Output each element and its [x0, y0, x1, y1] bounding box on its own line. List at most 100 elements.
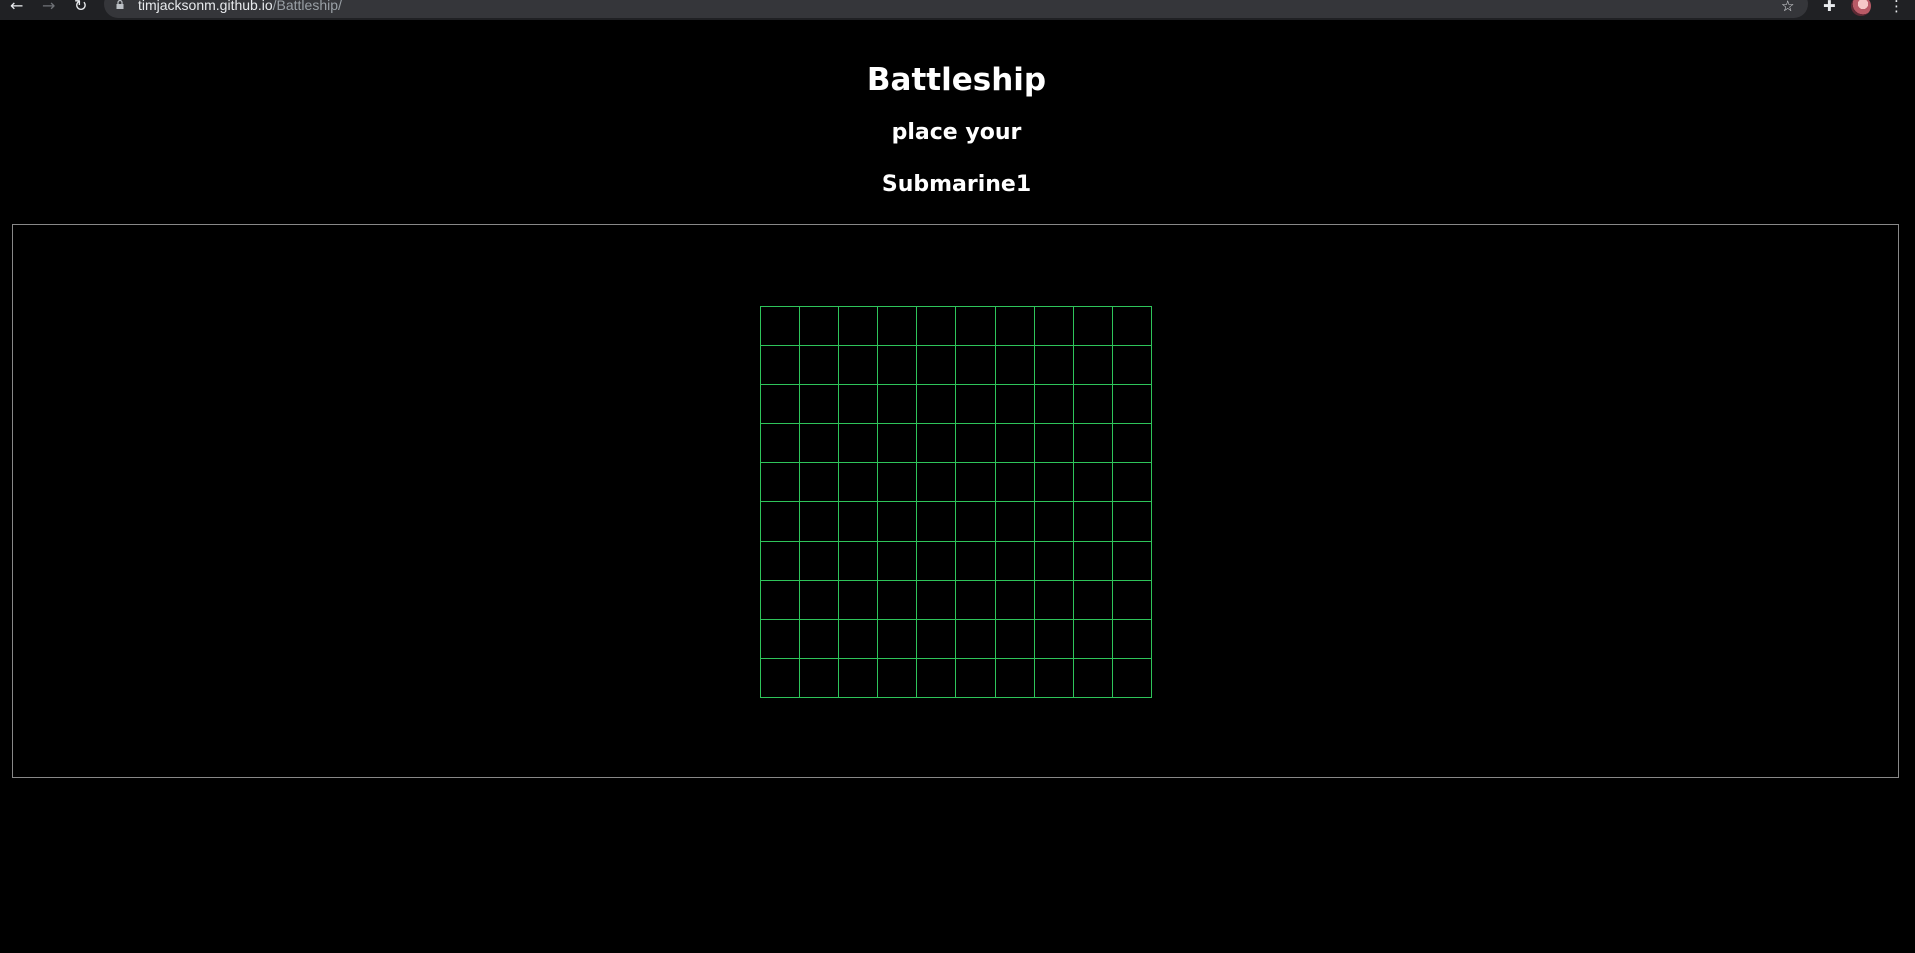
board-cell[interactable] [995, 580, 1035, 620]
board-cell[interactable] [1112, 307, 1152, 347]
board-cell[interactable] [1034, 580, 1074, 620]
board-cell[interactable] [1112, 619, 1152, 659]
board-cell[interactable] [956, 463, 996, 503]
board-cell[interactable] [917, 385, 957, 425]
board-cell[interactable] [839, 424, 879, 464]
board-cell[interactable] [1073, 502, 1113, 542]
browser-menu-icon[interactable]: ⋮ [1889, 0, 1904, 14]
board-cell[interactable] [878, 463, 918, 503]
board-cell[interactable] [995, 346, 1035, 386]
board-cell[interactable] [878, 385, 918, 425]
board-cell[interactable] [1073, 658, 1113, 698]
board-cell[interactable] [800, 307, 840, 347]
board-cell[interactable] [1112, 385, 1152, 425]
board-cell[interactable] [1034, 385, 1074, 425]
board-cell[interactable] [1112, 463, 1152, 503]
board-cell[interactable] [917, 424, 957, 464]
board-cell[interactable] [917, 502, 957, 542]
lock-icon[interactable] [116, 0, 124, 9]
board-cell[interactable] [761, 307, 801, 347]
board-cell[interactable] [878, 580, 918, 620]
board-cell[interactable] [878, 424, 918, 464]
board-cell[interactable] [839, 385, 879, 425]
board-cell[interactable] [839, 619, 879, 659]
board-cell[interactable] [800, 619, 840, 659]
board-cell[interactable] [1073, 307, 1113, 347]
forward-arrow-icon[interactable]: → [42, 0, 55, 14]
board-cell[interactable] [995, 424, 1035, 464]
board-cell[interactable] [1112, 424, 1152, 464]
board-cell[interactable] [995, 658, 1035, 698]
board-cell[interactable] [800, 424, 840, 464]
board-cell[interactable] [800, 541, 840, 581]
board-cell[interactable] [1112, 502, 1152, 542]
board-cell[interactable] [839, 658, 879, 698]
board-cell[interactable] [800, 580, 840, 620]
board-cell[interactable] [956, 307, 996, 347]
board-cell[interactable] [839, 580, 879, 620]
board-cell[interactable] [1112, 541, 1152, 581]
board-cell[interactable] [761, 385, 801, 425]
board-cell[interactable] [917, 658, 957, 698]
board-cell[interactable] [1073, 619, 1113, 659]
board-cell[interactable] [761, 619, 801, 659]
board-cell[interactable] [878, 346, 918, 386]
board-cell[interactable] [1034, 307, 1074, 347]
board-cell[interactable] [761, 658, 801, 698]
bookmark-star-icon[interactable]: ☆ [1781, 0, 1794, 14]
board-cell[interactable] [956, 580, 996, 620]
board-cell[interactable] [800, 385, 840, 425]
board-cell[interactable] [917, 541, 957, 581]
board-cell[interactable] [800, 346, 840, 386]
board-cell[interactable] [1073, 541, 1113, 581]
board-cell[interactable] [839, 463, 879, 503]
board-cell[interactable] [956, 502, 996, 542]
board-cell[interactable] [1034, 463, 1074, 503]
board-cell[interactable] [917, 307, 957, 347]
board-cell[interactable] [956, 424, 996, 464]
board-cell[interactable] [995, 619, 1035, 659]
url-text[interactable]: timjacksonm.github.io/Battleship/ [138, 0, 342, 12]
board-cell[interactable] [761, 346, 801, 386]
board-cell[interactable] [800, 658, 840, 698]
board-cell[interactable] [1073, 463, 1113, 503]
board-cell[interactable] [1073, 424, 1113, 464]
board-cell[interactable] [878, 619, 918, 659]
board-cell[interactable] [1034, 424, 1074, 464]
board-cell[interactable] [1073, 385, 1113, 425]
board-cell[interactable] [1034, 541, 1074, 581]
board-cell[interactable] [839, 346, 879, 386]
board-cell[interactable] [800, 502, 840, 542]
board-cell[interactable] [956, 619, 996, 659]
board-cell[interactable] [1073, 346, 1113, 386]
address-bar[interactable]: timjacksonm.github.io/Battleship/ [104, 0, 1808, 18]
board-cell[interactable] [761, 541, 801, 581]
reload-icon[interactable]: ↻ [74, 0, 87, 14]
board-cell[interactable] [1112, 658, 1152, 698]
board-cell[interactable] [1112, 346, 1152, 386]
board-cell[interactable] [800, 463, 840, 503]
board-cell[interactable] [917, 463, 957, 503]
board-cell[interactable] [878, 658, 918, 698]
board-cell[interactable] [917, 346, 957, 386]
board-cell[interactable] [878, 307, 918, 347]
back-arrow-icon[interactable]: ← [10, 0, 23, 14]
board-cell[interactable] [917, 580, 957, 620]
board-cell[interactable] [761, 502, 801, 542]
board-cell[interactable] [995, 502, 1035, 542]
board-cell[interactable] [1034, 619, 1074, 659]
board-cell[interactable] [917, 619, 957, 659]
board-cell[interactable] [956, 385, 996, 425]
board-cell[interactable] [1073, 580, 1113, 620]
board-cell[interactable] [995, 463, 1035, 503]
board-cell[interactable] [839, 307, 879, 347]
board-cell[interactable] [761, 424, 801, 464]
board-cell[interactable] [995, 541, 1035, 581]
board-cell[interactable] [956, 346, 996, 386]
board-cell[interactable] [1034, 502, 1074, 542]
profile-avatar[interactable] [1851, 0, 1871, 16]
board-cell[interactable] [1034, 346, 1074, 386]
board-cell[interactable] [878, 541, 918, 581]
board-cell[interactable] [761, 580, 801, 620]
board-cell[interactable] [1112, 580, 1152, 620]
